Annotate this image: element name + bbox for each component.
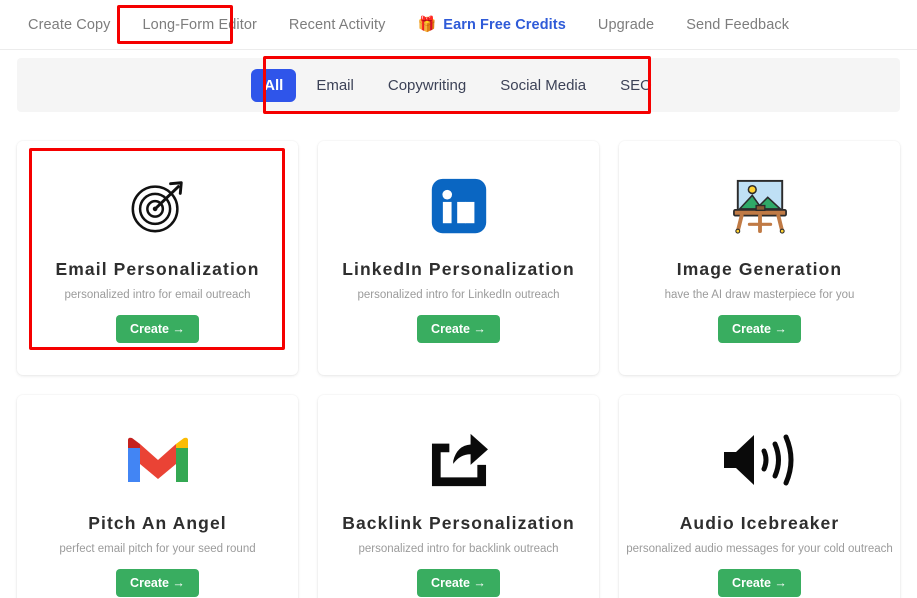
filter-tab-seo[interactable]: SEO [606, 70, 666, 101]
card-subtitle: perfect email pitch for your seed round [59, 543, 256, 555]
card-title: Email Personalization [55, 259, 260, 279]
top-navigation-bar: Create Copy Long-Form Editor Recent Acti… [0, 0, 917, 50]
card-title: Image Generation [676, 259, 843, 279]
card-subtitle: have the AI draw masterpiece for you [664, 289, 855, 301]
template-card-grid: Email Personalization personalized intro… [0, 112, 917, 598]
card-title: Pitch An Angel [88, 513, 227, 533]
create-button[interactable]: Create → [718, 315, 801, 343]
filter-bar-section: All Email Copywriting Social Media SEO [0, 50, 917, 114]
card-pitch-an-angel[interactable]: Pitch An Angel perfect email pitch for y… [17, 395, 298, 598]
filter-tab-social-media[interactable]: Social Media [486, 70, 600, 101]
nav-item-create-copy[interactable]: Create Copy [12, 11, 127, 39]
card-audio-icebreaker[interactable]: Audio Icebreaker personalized audio mess… [619, 395, 900, 598]
card-linkedin-personalization[interactable]: LinkedIn Personalization personalized in… [318, 141, 599, 375]
nav-item-recent-activity[interactable]: Recent Activity [273, 11, 402, 39]
nav-item-send-feedback[interactable]: Send Feedback [670, 11, 805, 39]
nav-item-upgrade[interactable]: Upgrade [582, 11, 670, 39]
create-button[interactable]: Create → [417, 315, 500, 343]
filter-tab-copywriting[interactable]: Copywriting [374, 70, 480, 101]
card-image-generation[interactable]: Image Generation have the AI draw master… [619, 141, 900, 375]
create-button[interactable]: Create → [718, 569, 801, 597]
share-export-icon [428, 423, 490, 497]
card-subtitle: personalized audio messages for your col… [626, 543, 893, 555]
target-arrow-icon [127, 169, 189, 243]
card-email-personalization[interactable]: Email Personalization personalized intro… [17, 141, 298, 375]
nav-item-long-form-editor[interactable]: Long-Form Editor [127, 11, 273, 39]
card-backlink-personalization[interactable]: Backlink Personalization personalized in… [318, 395, 599, 598]
linkedin-icon [430, 169, 488, 243]
filter-tab-all[interactable]: All [251, 68, 297, 102]
gift-icon: 🎁 [417, 16, 437, 33]
card-subtitle: personalized intro for backlink outreach [358, 543, 559, 555]
card-subtitle: personalized intro for email outreach [64, 289, 251, 301]
easel-picture-icon [729, 169, 791, 243]
card-title: Backlink Personalization [342, 513, 575, 533]
create-button[interactable]: Create → [116, 569, 199, 597]
card-title: LinkedIn Personalization [342, 259, 575, 279]
nav-item-earn-free-credits[interactable]: 🎁 Earn Free Credits [402, 11, 582, 39]
filter-tab-email[interactable]: Email [302, 70, 368, 101]
nav-item-earn-free-credits-label: Earn Free Credits [443, 16, 566, 33]
gmail-icon [126, 423, 190, 497]
create-button[interactable]: Create → [417, 569, 500, 597]
card-subtitle: personalized intro for LinkedIn outreach [357, 289, 560, 301]
create-button[interactable]: Create → [116, 315, 199, 343]
card-title: Audio Icebreaker [679, 513, 840, 533]
speaker-volume-icon [722, 423, 798, 497]
filter-bar: All Email Copywriting Social Media SEO [17, 56, 900, 114]
